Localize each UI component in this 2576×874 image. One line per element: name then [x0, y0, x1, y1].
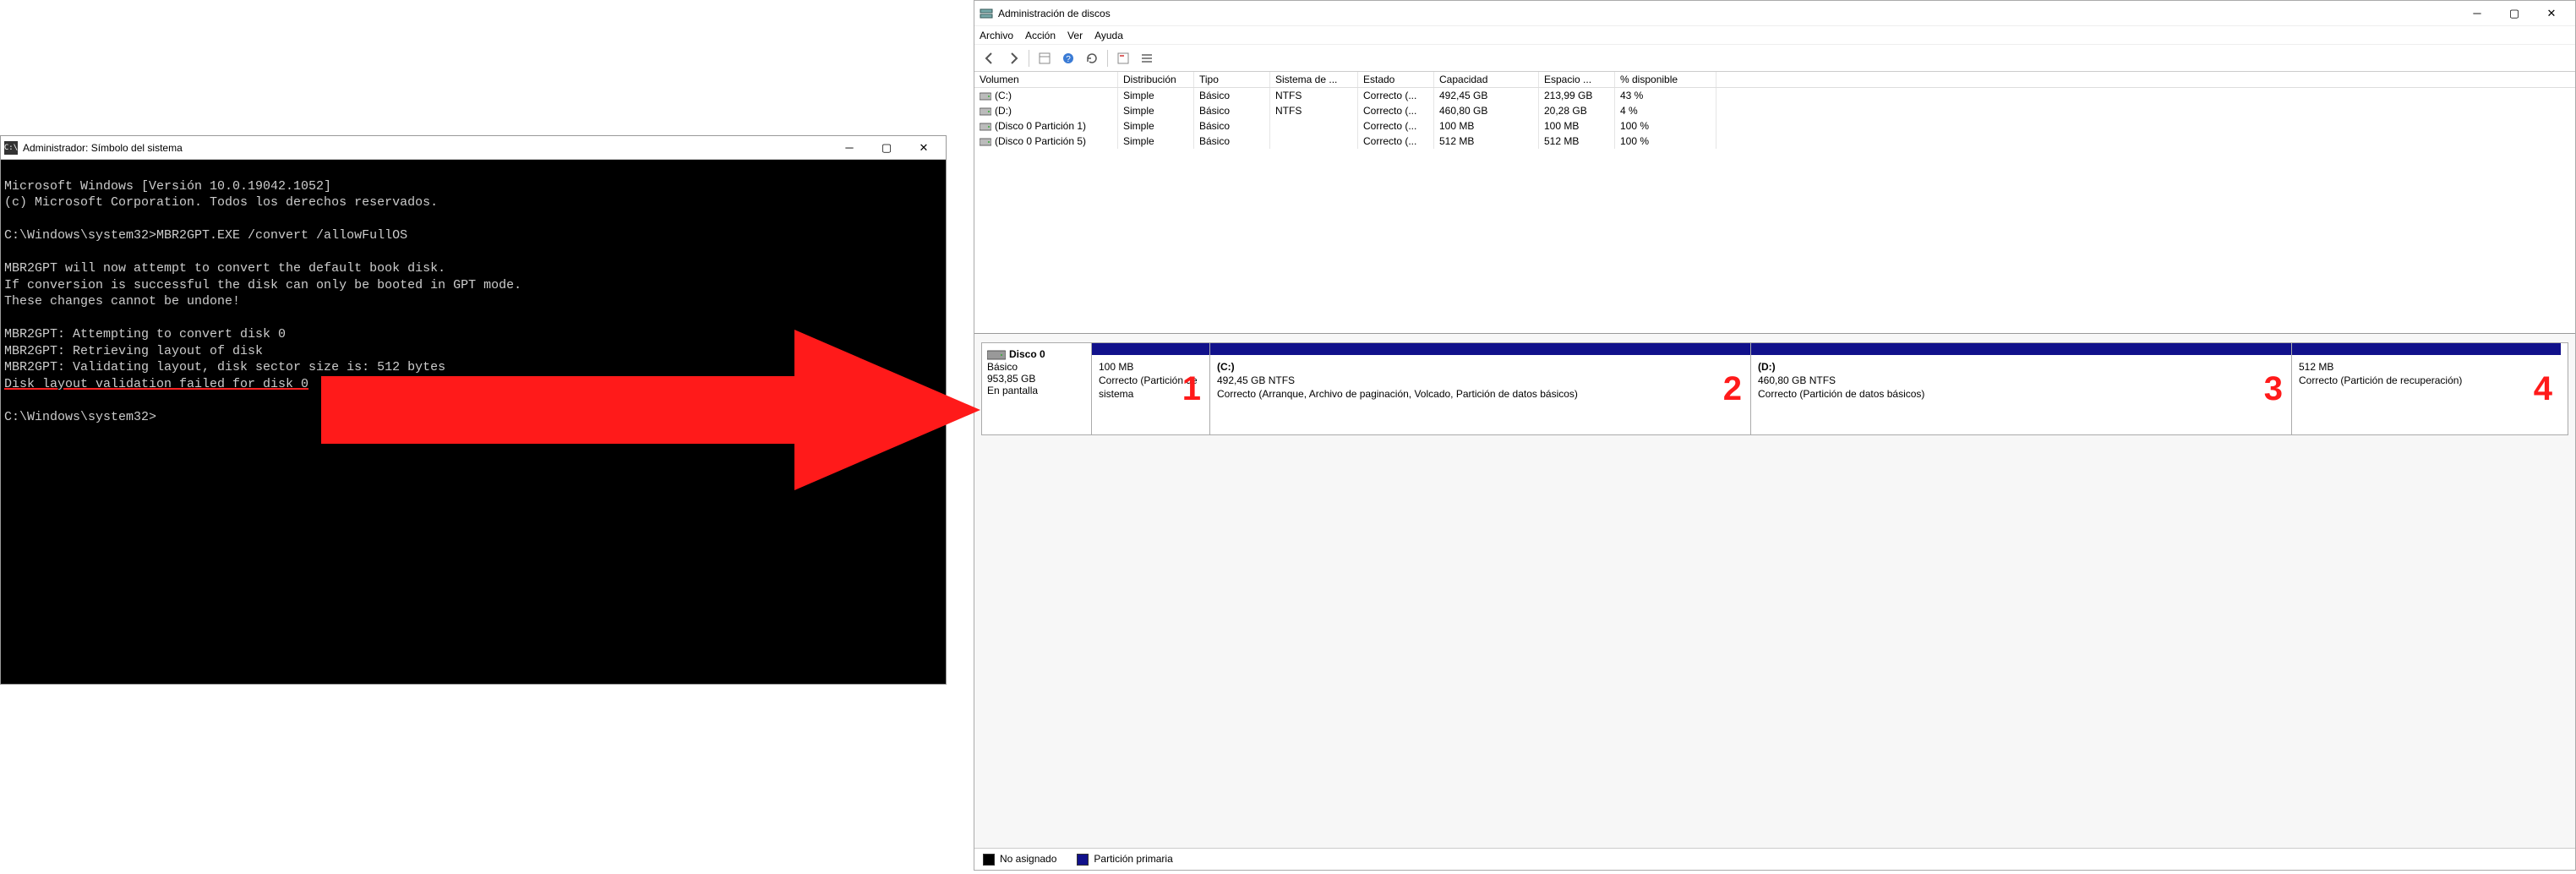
partitions-container: 100 MBCorrecto (Partición de sistema1(C:…	[1092, 343, 2568, 434]
col-filesystem[interactable]: Sistema de ...	[1270, 72, 1358, 87]
volume-icon	[980, 91, 991, 101]
partition-status: Correcto (Arranque, Archivo de paginació…	[1217, 388, 1578, 400]
disk-row[interactable]: Disco 0 Básico 953,85 GB En pantalla 100…	[981, 342, 2568, 435]
maximize-button[interactable]: ▢	[868, 136, 905, 160]
col-capacity[interactable]: Capacidad	[1434, 72, 1539, 87]
menu-file[interactable]: Archivo	[980, 30, 1013, 41]
legend-unallocated: No asignado	[983, 853, 1056, 866]
partition-size: 492,45 GB NTFS	[1217, 374, 1295, 386]
partition[interactable]: 100 MBCorrecto (Partición de sistema1	[1092, 343, 1210, 434]
menu-view[interactable]: Ver	[1067, 30, 1083, 41]
col-volume[interactable]: Volumen	[974, 72, 1118, 87]
close-button[interactable]: ✕	[2533, 2, 2570, 25]
svg-text:?: ?	[1066, 55, 1071, 64]
disk-type: Básico	[987, 361, 1018, 373]
disk-icon	[987, 349, 1006, 361]
cmd-line: If conversion is successful the disk can…	[4, 278, 521, 292]
partition-size: 512 MB	[2299, 361, 2333, 373]
legend-label: No asignado	[1000, 853, 1056, 865]
col-free[interactable]: Espacio ...	[1539, 72, 1615, 87]
legend-swatch-unallocated	[983, 854, 995, 866]
volume-list-header: Volumen Distribución Tipo Sistema de ...…	[974, 72, 2575, 88]
maximize-button[interactable]: ▢	[2496, 2, 2533, 25]
dm-title: Administración de discos	[998, 8, 2459, 19]
menu-action[interactable]: Acción	[1025, 30, 1056, 41]
volume-row[interactable]: (Disco 0 Partición 1)SimpleBásicoCorrect…	[974, 118, 2575, 134]
minimize-button[interactable]: ─	[831, 136, 868, 160]
back-button[interactable]	[980, 48, 1000, 68]
cmd-titlebar[interactable]: C:\ Administrador: Símbolo del sistema ─…	[1, 136, 946, 160]
legend-label: Partición primaria	[1094, 853, 1172, 865]
cmd-icon: C:\	[4, 141, 18, 155]
partition-status: Correcto (Partición de datos básicos)	[1758, 388, 1924, 400]
volume-icon	[980, 137, 991, 147]
disk-graphic-pane[interactable]: Disco 0 Básico 953,85 GB En pantalla 100…	[974, 334, 2575, 848]
disk-size: 953,85 GB	[987, 373, 1035, 385]
col-percent[interactable]: % disponible	[1615, 72, 1716, 87]
toolbar-separator	[1107, 50, 1108, 67]
annotation-number: 1	[1182, 370, 1201, 408]
partition-name: (D:)	[1758, 361, 1776, 373]
help-button[interactable]: ?	[1058, 48, 1078, 68]
cmd-prompt: C:\Windows\system32>	[4, 410, 156, 424]
partition-header-bar	[2292, 343, 2561, 355]
minimize-button[interactable]: ─	[2459, 2, 2496, 25]
cmd-line: These changes cannot be undone!	[4, 294, 240, 309]
forward-button[interactable]	[1003, 48, 1023, 68]
properties-button[interactable]	[1113, 48, 1133, 68]
disk-management-window: Administración de discos ─ ▢ ✕ Archivo A…	[974, 0, 2576, 871]
col-type[interactable]: Tipo	[1194, 72, 1270, 87]
partition[interactable]: (D:)460,80 GB NTFS Correcto (Partición de…	[1751, 343, 2292, 434]
volume-icon	[980, 107, 991, 117]
dm-menubar: Archivo Acción Ver Ayuda	[974, 26, 2575, 45]
partition-header-bar	[1210, 343, 1750, 355]
annotation-number: 4	[2534, 370, 2552, 408]
cmd-window: C:\ Administrador: Símbolo del sistema ─…	[0, 135, 947, 685]
annotation-number: 2	[1723, 370, 1742, 408]
menu-help[interactable]: Ayuda	[1094, 30, 1123, 41]
legend: No asignado Partición primaria	[974, 848, 2575, 870]
disk-name: Disco 0	[1009, 348, 1045, 360]
volume-row[interactable]: (C:)SimpleBásicoNTFSCorrecto (...492,45 …	[974, 88, 2575, 103]
show-hide-button[interactable]	[1034, 48, 1055, 68]
partition-size: 100 MB	[1099, 361, 1133, 373]
cmd-line: C:\Windows\system32>MBR2GPT.EXE /convert…	[4, 228, 407, 243]
col-status[interactable]: Estado	[1358, 72, 1434, 87]
cmd-line: MBR2GPT: Retrieving layout of disk	[4, 344, 263, 358]
dm-titlebar[interactable]: Administración de discos ─ ▢ ✕	[974, 1, 2575, 26]
annotation-number: 3	[2264, 370, 2283, 408]
partition-size: 460,80 GB NTFS	[1758, 374, 1836, 386]
partition-status: Correcto (Partición de recuperación)	[2299, 374, 2462, 386]
cmd-line: Microsoft Windows [Versión 10.0.19042.10…	[4, 179, 331, 194]
volume-list[interactable]: Volumen Distribución Tipo Sistema de ...…	[974, 72, 2575, 334]
legend-primary: Partición primaria	[1077, 853, 1172, 866]
disk-mgmt-icon	[980, 7, 993, 20]
cmd-output[interactable]: Microsoft Windows [Versión 10.0.19042.10…	[1, 160, 946, 427]
cmd-line: MBR2GPT: Validating layout, disk sector …	[4, 360, 445, 374]
disk-status: En pantalla	[987, 385, 1038, 396]
volume-row[interactable]: (Disco 0 Partición 5)SimpleBásicoCorrect…	[974, 134, 2575, 149]
partition-header-bar	[1751, 343, 2291, 355]
cmd-error-line: Disk layout validation failed for disk 0	[4, 377, 308, 391]
partition[interactable]: 512 MBCorrecto (Partición de recuperació…	[2292, 343, 2561, 434]
partition-name: (C:)	[1217, 361, 1235, 373]
disk-header[interactable]: Disco 0 Básico 953,85 GB En pantalla	[982, 343, 1092, 434]
cmd-line: MBR2GPT: Attempting to convert disk 0	[4, 327, 286, 341]
refresh-button[interactable]	[1082, 48, 1102, 68]
dm-toolbar: ?	[974, 45, 2575, 72]
legend-swatch-primary	[1077, 854, 1089, 866]
cmd-line: MBR2GPT will now attempt to convert the …	[4, 261, 445, 276]
volume-row[interactable]: (D:)SimpleBásicoNTFSCorrecto (...460,80 …	[974, 103, 2575, 118]
close-button[interactable]: ✕	[905, 136, 942, 160]
cmd-line: (c) Microsoft Corporation. Todos los der…	[4, 195, 438, 210]
list-view-button[interactable]	[1137, 48, 1157, 68]
volume-icon	[980, 122, 991, 132]
col-layout[interactable]: Distribución	[1118, 72, 1194, 87]
cmd-title: Administrador: Símbolo del sistema	[23, 142, 831, 154]
partition-header-bar	[1092, 343, 1209, 355]
partition[interactable]: (C:)492,45 GB NTFS Correcto (Arranque, Ar…	[1210, 343, 1751, 434]
